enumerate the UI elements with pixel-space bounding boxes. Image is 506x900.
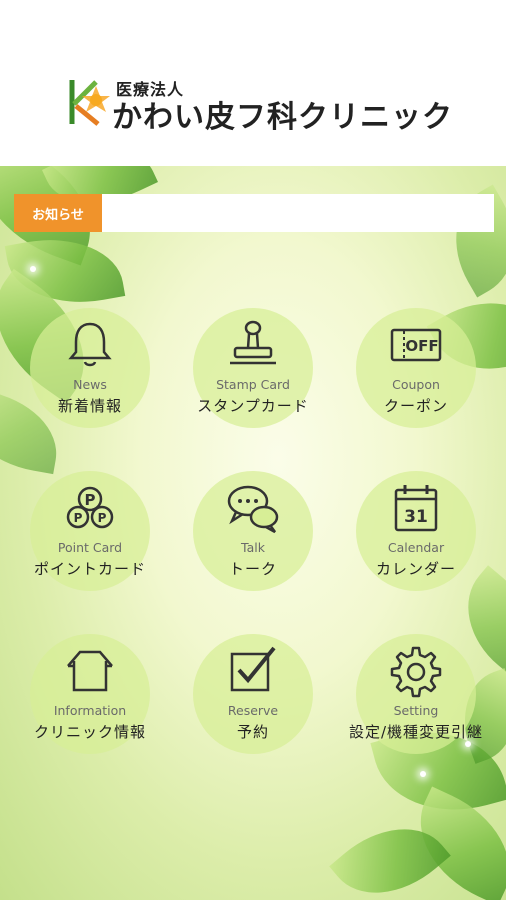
menu-stamp-card-button[interactable]: Stamp Card スタンプカード [193, 308, 313, 428]
menu-news-button[interactable]: News 新着情報 [30, 308, 150, 428]
menu-point-card-button[interactable]: P P P Point Card ポイントカード [30, 471, 150, 591]
checkbox-icon [230, 646, 276, 692]
clinic-logo-icon [69, 80, 110, 126]
menu-label-ja: クーポン [383, 397, 448, 415]
news-ticker-text[interactable] [102, 194, 494, 232]
menu-label-en: Calendar [387, 540, 445, 555]
house-icon [67, 650, 113, 692]
coupon-icon: OFF [390, 328, 442, 362]
menu-label-en: Information [53, 703, 127, 718]
menu-label-ja: ポイントカード [33, 560, 146, 578]
chat-icon [227, 485, 279, 534]
menu-label-en: Coupon [392, 377, 440, 392]
stamp-icon [230, 320, 276, 365]
menu-label-ja: クリニック情報 [33, 723, 146, 741]
menu-label-en: Stamp Card [216, 377, 290, 392]
menu-label-ja: 設定/機種変更引継 [348, 723, 484, 741]
menu-label-en: Reserve [227, 703, 279, 718]
menu-label-en: News [73, 377, 107, 392]
menu-information-button[interactable]: Information クリニック情報 [30, 634, 150, 754]
sparkle-decoration [420, 771, 426, 777]
menu-label-en: Talk [241, 540, 265, 555]
sparkle-decoration [30, 266, 36, 272]
menu-label-ja: 予約 [236, 723, 269, 741]
menu-calendar-button[interactable]: 31 Calendar カレンダー [356, 471, 476, 591]
menu-label-en: Point Card [57, 540, 123, 555]
clinic-name: かわい皮フ科クリニック [112, 100, 453, 135]
home-menu-area: お知らせ News 新着情報 Stamp Card スタンプカード OFF Co… [0, 166, 506, 900]
gear-icon [390, 646, 442, 698]
calendar-icon-text: 31 [404, 507, 428, 527]
calendar-icon: 31 [394, 485, 438, 532]
app-header: 医療法人 かわい皮フ科クリニック [0, 0, 506, 166]
points-icon-text: P [74, 511, 83, 525]
menu-label-ja: スタンプカード [197, 397, 309, 415]
menu-reserve-button[interactable]: Reserve 予約 [193, 634, 313, 754]
coupon-icon-text: OFF [405, 337, 438, 355]
menu-label-en: Setting [393, 703, 439, 718]
menu-label-ja: カレンダー [375, 560, 456, 578]
news-ticker[interactable]: お知らせ [14, 194, 494, 232]
bell-icon [68, 322, 112, 367]
menu-coupon-button[interactable]: OFF Coupon クーポン [356, 308, 476, 428]
menu-label-ja: 新着情報 [57, 397, 122, 415]
menu-setting-button[interactable]: Setting 設定/機種変更引継 [349, 634, 482, 754]
news-label: お知らせ [14, 194, 102, 232]
points-icon-text: P [85, 491, 96, 509]
menu-label-ja: トーク [228, 560, 277, 578]
points-icon: P P P [66, 486, 114, 529]
points-icon-text: P [98, 511, 107, 525]
menu-talk-button[interactable]: Talk トーク [193, 471, 313, 591]
